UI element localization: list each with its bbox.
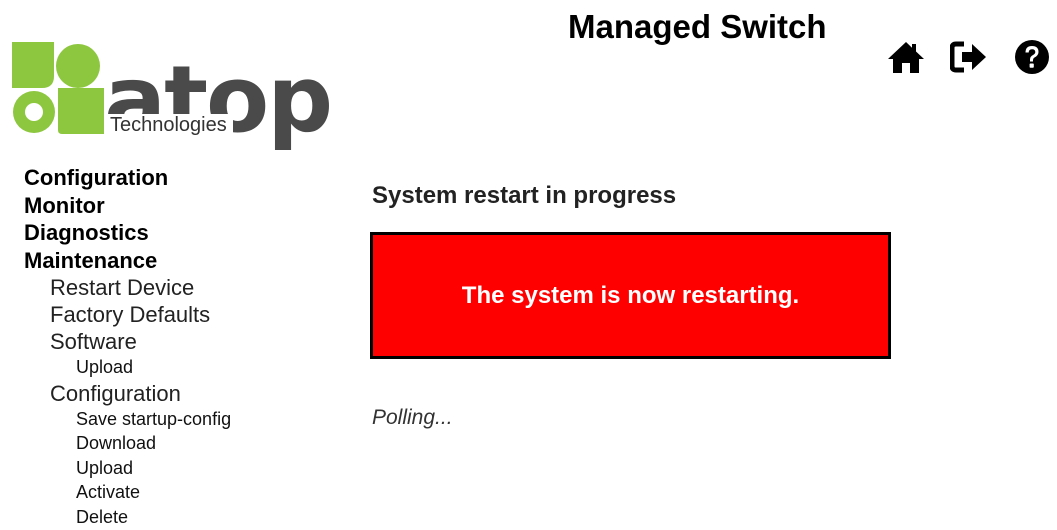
sidebar-item-config-upload[interactable]: Upload	[24, 456, 231, 481]
sidebar-item-diagnostics[interactable]: Diagnostics	[24, 219, 231, 247]
logo-mark-icon	[12, 42, 104, 134]
restart-alert-message: The system is now restarting.	[461, 281, 800, 309]
polling-status-text: Polling...	[372, 406, 453, 429]
sidebar-item-config-download[interactable]: Download	[24, 431, 231, 456]
sidebar-item-config-delete[interactable]: Delete	[24, 505, 231, 530]
sidebar-item-save-startup-config[interactable]: Save startup-config	[24, 407, 231, 432]
sidebar-item-configuration-files[interactable]: Configuration	[24, 380, 231, 407]
sidebar-item-factory-defaults[interactable]: Factory Defaults	[24, 301, 231, 328]
app-title: Managed Switch	[568, 8, 827, 45]
page-title: System restart in progress	[372, 182, 677, 209]
logo-subtitle: Technologies	[104, 114, 233, 137]
sidebar-item-maintenance[interactable]: Maintenance	[24, 247, 231, 275]
sidebar-item-monitor[interactable]: Monitor	[24, 192, 231, 220]
logout-icon	[949, 41, 986, 73]
sidebar-nav: Configuration Monitor Diagnostics Mainte…	[24, 164, 231, 529]
logout-button[interactable]	[949, 38, 990, 76]
sidebar-item-configuration[interactable]: Configuration	[24, 164, 231, 192]
sidebar-item-config-activate[interactable]: Activate	[24, 480, 231, 505]
company-logo[interactable]: atop Technologies	[8, 38, 333, 146]
sidebar-item-software-upload[interactable]: Upload	[24, 355, 231, 380]
sidebar-item-software[interactable]: Software	[24, 328, 231, 355]
restart-alert-box: The system is now restarting.	[370, 232, 891, 359]
help-button[interactable]	[1012, 38, 1052, 76]
home-button[interactable]	[886, 38, 926, 76]
sidebar-item-restart-device[interactable]: Restart Device	[24, 274, 231, 301]
home-icon	[888, 42, 924, 73]
help-icon	[1015, 40, 1049, 74]
page: atop Technologies Managed Switch Configu…	[0, 0, 1057, 530]
